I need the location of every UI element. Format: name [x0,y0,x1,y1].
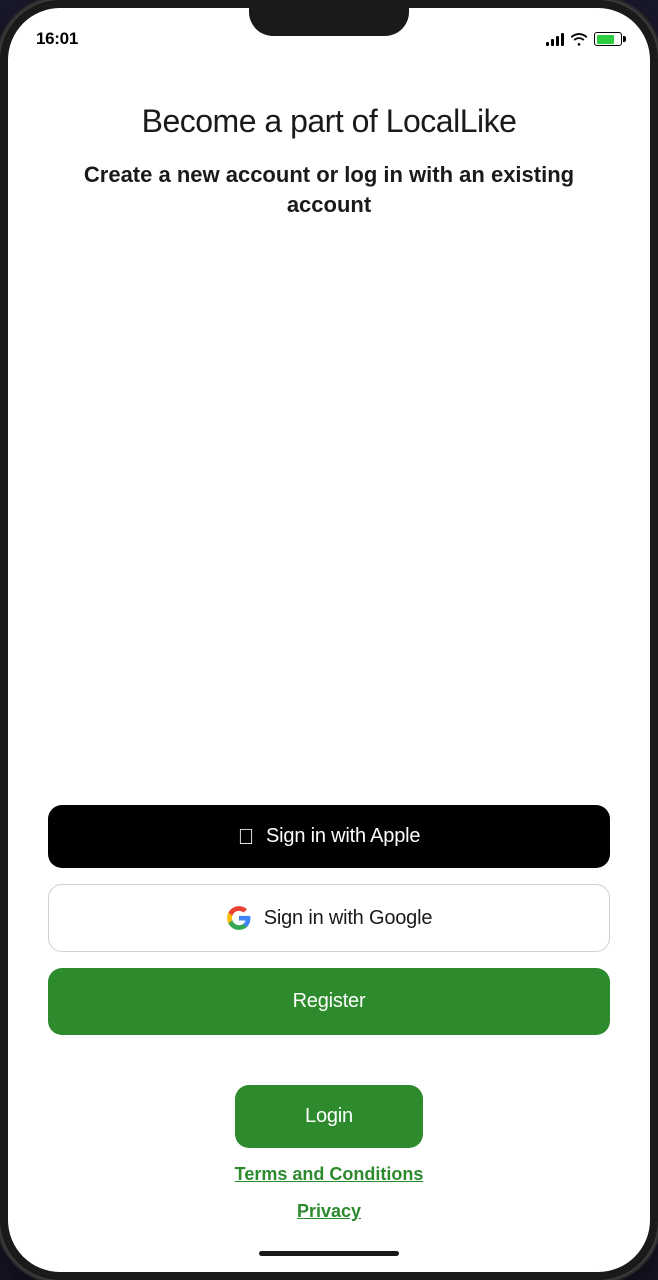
sign-in-apple-button[interactable]:  Sign in with Apple [48,805,610,868]
apple-icon:  [238,826,254,848]
illustration-area [48,240,610,805]
google-icon [226,905,252,931]
app-title: Become a part of LocalLike [48,102,610,140]
battery-fill [597,35,614,44]
terms-link[interactable]: Terms and Conditions [235,1164,424,1185]
battery-icon [594,32,622,46]
google-button-label: Sign in with Google [264,907,433,930]
phone-screen: 16:01 [8,8,650,1272]
signal-bar-4 [561,33,564,46]
apple-button-label: Sign in with Apple [266,825,420,848]
privacy-link[interactable]: Privacy [297,1201,361,1222]
subtitle: Create a new account or log in with an e… [48,160,610,219]
home-bar [259,1251,399,1256]
status-time: 16:01 [36,29,78,49]
header-section: Become a part of LocalLike Create a new … [48,62,610,220]
phone-frame: 16:01 [0,0,658,1280]
auth-buttons:  Sign in with Apple Sign in with Google… [48,805,610,1055]
signal-bar-3 [556,36,559,46]
home-indicator [8,1242,650,1272]
signal-icon [546,32,564,46]
status-icons [546,32,622,46]
main-content: Become a part of LocalLike Create a new … [8,62,650,1242]
signal-bar-1 [546,42,549,46]
login-button-label: Login [305,1105,353,1127]
signal-bar-2 [551,39,554,46]
register-button[interactable]: Register [48,968,610,1035]
footer-section: Login Terms and Conditions Privacy [48,1055,610,1242]
status-bar: 16:01 [8,8,650,62]
register-button-label: Register [293,990,366,1013]
sign-in-google-button[interactable]: Sign in with Google [48,884,610,952]
battery-body [594,32,622,46]
login-button[interactable]: Login [235,1085,423,1148]
wifi-icon [570,32,588,46]
